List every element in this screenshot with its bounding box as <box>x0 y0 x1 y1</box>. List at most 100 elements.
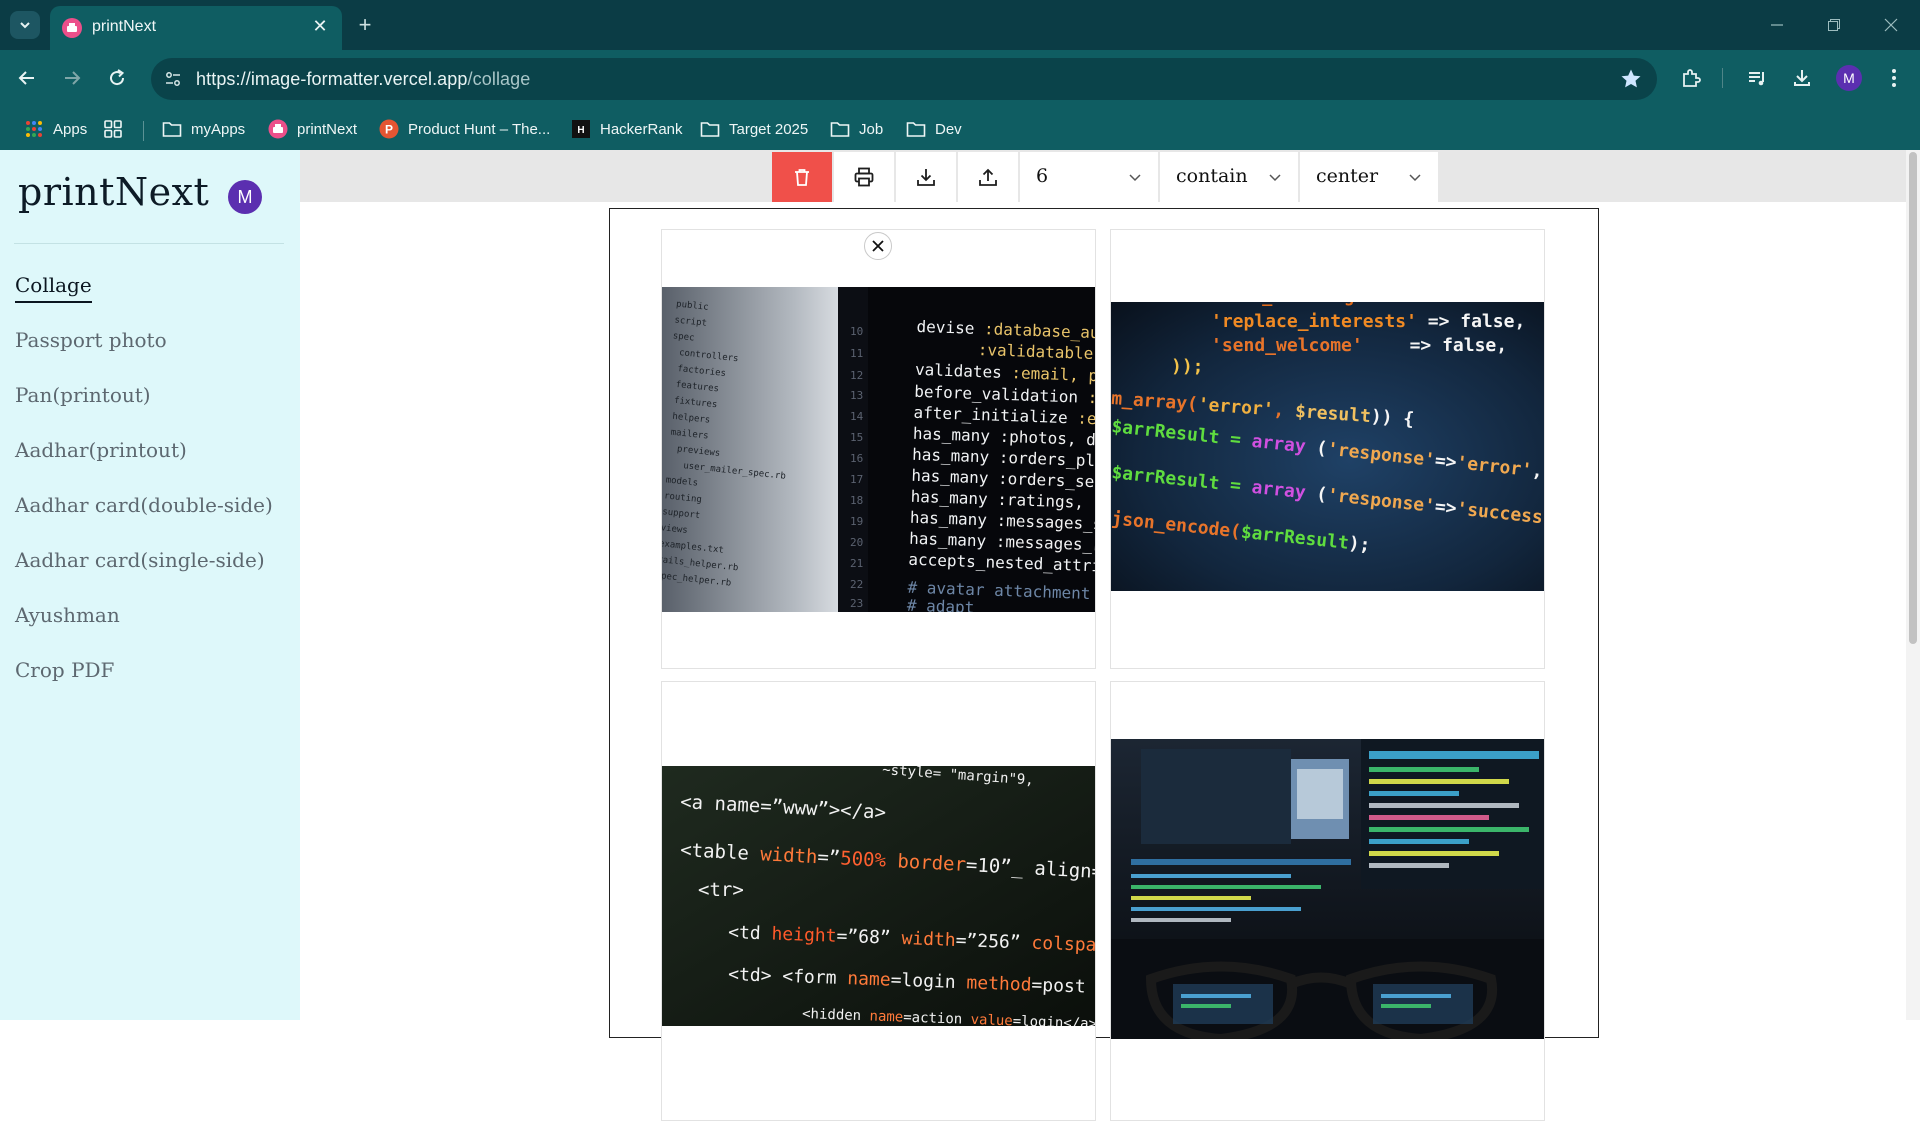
printnext-favicon <box>62 18 82 38</box>
bookmark-apps[interactable]: Apps <box>24 117 87 141</box>
object-fit-value: contain <box>1176 165 1248 187</box>
svg-text:18: 18 <box>850 494 863 507</box>
bookmark-product-hunt[interactable]: P Product Hunt – The... <box>379 117 550 141</box>
svg-text:13: 13 <box>850 389 863 402</box>
folder-icon <box>700 119 720 139</box>
sidebar-item-collage[interactable]: Collage <box>15 273 92 303</box>
svg-text:P: P <box>385 123 393 137</box>
collage-image[interactable]: public script spec controllers factories fea… <box>662 287 1095 612</box>
url-text: https://image-formatter.vercel.app/colla… <box>196 69 530 90</box>
upload-icon <box>979 168 997 186</box>
image-count-select[interactable]: 6 <box>1020 152 1158 202</box>
collage-image[interactable]: ~style= "margin"9, <a name=”www”></a> <t… <box>662 766 1095 1026</box>
scrollbar-thumb[interactable] <box>1909 152 1917 644</box>
collage-page: public script spec controllers factories fea… <box>609 208 1599 1121</box>
svg-text:20: 20 <box>850 536 863 549</box>
toolbar-separator <box>1722 68 1723 88</box>
svg-text:12: 12 <box>850 369 863 382</box>
extensions-icon[interactable] <box>1677 64 1705 92</box>
tab-title: printNext <box>92 18 157 35</box>
media-controls-icon[interactable] <box>1743 64 1771 92</box>
back-icon[interactable] <box>12 63 42 93</box>
close-window-icon[interactable] <box>1878 12 1904 38</box>
site-info-icon[interactable] <box>161 67 185 91</box>
close-icon <box>872 240 884 252</box>
print-button[interactable] <box>834 152 894 202</box>
svg-text:<tr>: <tr> <box>698 879 744 901</box>
svg-text:));: )); <box>1171 356 1204 377</box>
bookmark-printnext[interactable]: printNext <box>268 117 357 141</box>
svg-text:'send_welcome' => false,: 'send_welcome' => false, <box>1211 335 1507 356</box>
collage-image[interactable] <box>1111 739 1544 1039</box>
bookmark-label: Apps <box>53 120 88 138</box>
sidebar-item-aadhar-printout[interactable]: Aadhar(printout) <box>15 438 187 462</box>
browser-tab[interactable]: printNext ✕ <box>50 6 342 50</box>
delete-button[interactable] <box>772 152 832 202</box>
more-menu-icon[interactable] <box>1880 64 1908 92</box>
minimize-icon[interactable] <box>1764 12 1790 38</box>
sidebar-divider <box>14 243 284 244</box>
bookmark-label: Job <box>859 120 884 138</box>
image-count-value: 6 <box>1036 165 1049 187</box>
bookmark-dev[interactable]: Dev <box>906 117 962 141</box>
browser-profile-avatar[interactable]: M <box>1836 65 1862 91</box>
forward-icon[interactable] <box>57 63 87 93</box>
sidebar-item-crop-pdf[interactable]: Crop PDF <box>15 658 114 682</box>
svg-text:17: 17 <box>850 473 863 486</box>
folder-icon <box>162 119 182 139</box>
bookmark-label: Target 2025 <box>729 120 809 138</box>
bookmark-hackerrank[interactable]: H HackerRank <box>571 117 683 141</box>
bookmark-label: HackerRank <box>600 120 683 138</box>
bookmark-label: myApps <box>191 120 246 138</box>
new-tab-button[interactable]: + <box>352 12 378 38</box>
bookmark-myapps[interactable]: myApps <box>162 117 245 141</box>
collage-cell[interactable]: public script spec controllers factories fea… <box>661 229 1096 669</box>
object-fit-select[interactable]: contain <box>1160 152 1298 202</box>
sidebar-item-pan-printout[interactable]: Pan(printout) <box>15 383 151 407</box>
folder-icon <box>830 119 850 139</box>
chevron-down-icon <box>20 22 30 29</box>
tab-search-button[interactable] <box>10 11 40 39</box>
print-icon <box>854 167 874 187</box>
bookmark-tab-groups[interactable] <box>103 117 132 141</box>
svg-text:10: 10 <box>850 325 863 338</box>
sidebar-item-aadhar-double-side[interactable]: Aadhar card(double-side) <box>15 493 273 517</box>
collage-image[interactable]: 'mark_existing' 'replace_interests' => f… <box>1111 302 1544 591</box>
download-button[interactable] <box>896 152 956 202</box>
bookmark-label: printNext <box>297 120 358 138</box>
svg-text:14: 14 <box>850 410 864 423</box>
svg-text:15: 15 <box>850 431 863 444</box>
hackerrank-icon: H <box>571 119 591 139</box>
collage-cell[interactable]: 'mark_existing' 'replace_interests' => f… <box>1110 229 1545 669</box>
sidebar-item-passport-photo[interactable]: Passport photo <box>15 328 167 352</box>
collage-cell[interactable] <box>1110 681 1545 1121</box>
downloads-icon[interactable] <box>1788 64 1816 92</box>
printnext-favicon <box>268 119 288 139</box>
chevron-down-icon <box>1129 174 1141 182</box>
svg-text:'replace_interests' => false,: 'replace_interests' => false, <box>1211 311 1525 332</box>
bookmarks-separator <box>143 121 144 141</box>
bookmark-job[interactable]: Job <box>830 117 883 141</box>
user-avatar[interactable]: M <box>228 180 262 214</box>
collage-cell[interactable]: ~style= "margin"9, <a name=”www”></a> <t… <box>661 681 1096 1121</box>
upload-button[interactable] <box>958 152 1018 202</box>
restore-icon[interactable] <box>1821 12 1847 38</box>
bookmark-target-2025[interactable]: Target 2025 <box>700 117 808 141</box>
object-position-value: center <box>1316 165 1379 187</box>
svg-text:H: H <box>577 125 584 136</box>
close-tab-icon[interactable]: ✕ <box>310 16 330 36</box>
app-logo[interactable]: printNext <box>18 170 209 214</box>
svg-text:# adapt: # adapt <box>907 596 975 612</box>
remove-image-button[interactable] <box>864 232 892 260</box>
folder-icon <box>906 119 926 139</box>
product-hunt-icon: P <box>379 119 399 139</box>
sidebar-item-aadhar-single-side[interactable]: Aadhar card(single-side) <box>15 548 265 572</box>
bookmark-star-icon[interactable] <box>1619 67 1643 91</box>
svg-text:19: 19 <box>850 515 863 528</box>
svg-text:11: 11 <box>850 347 863 360</box>
reload-icon[interactable] <box>102 63 132 93</box>
object-position-select[interactable]: center <box>1300 152 1438 202</box>
address-bar[interactable]: https://image-formatter.vercel.app/colla… <box>151 58 1657 100</box>
sidebar-item-ayushman[interactable]: Ayushman <box>15 603 120 627</box>
bookmarks-bar: Apps myApps printNext P Product Hunt – T… <box>0 108 1920 150</box>
